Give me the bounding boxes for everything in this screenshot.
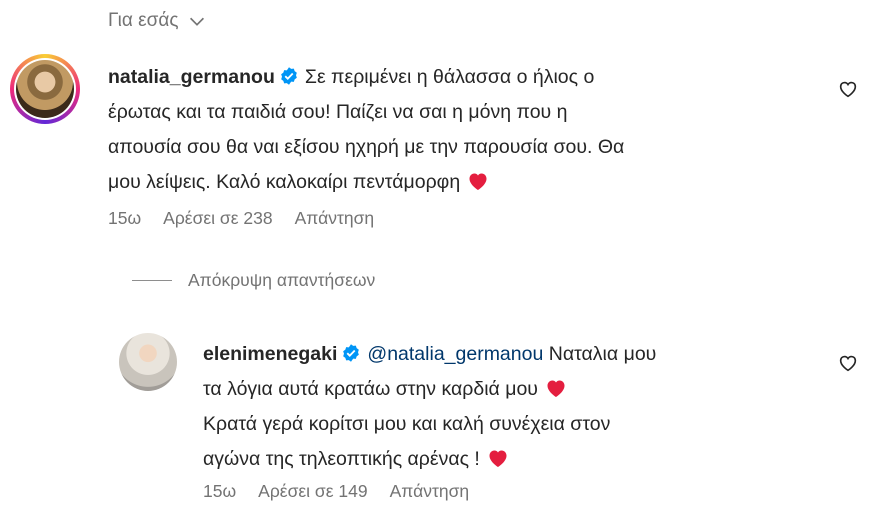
chevron-down-icon xyxy=(190,17,205,26)
comment-line: μου λείψεις. Καλό καλοκαίρι πεντάμορφη xyxy=(108,171,461,193)
reply-body: elenimenegaki @natalia_germanou Ναταλια … xyxy=(203,337,823,477)
comment-body: natalia_germanou Σε περιμένει η θάλασσα … xyxy=(108,60,808,200)
comment-line: Σε περιμένει η θάλασσα ο ήλιος ο xyxy=(304,66,595,88)
like-heart-icon[interactable] xyxy=(837,352,859,374)
comment-line: απουσία σου θα ναι εξίσου ηχηρή με την π… xyxy=(108,136,625,158)
hide-replies-button[interactable]: Απόκρυψη απαντήσεων xyxy=(132,270,375,291)
likes-count-button[interactable]: Αρέσει σε 238 xyxy=(163,208,272,229)
reply-button[interactable]: Απάντηση xyxy=(295,208,375,229)
reply-meta: 15ω Αρέσει σε 149 Απάντηση xyxy=(203,481,469,502)
reply-line: αγώνα της τηλεοπτικής αρένας ! xyxy=(203,448,480,470)
reply-line: Κρατά γερά κορίτσι μου και καλή συνέχεια… xyxy=(203,413,611,435)
divider-line xyxy=(132,280,172,281)
red-heart-emoji-icon xyxy=(547,380,565,397)
avatar[interactable] xyxy=(16,60,74,118)
reply-time: 15ω xyxy=(203,481,237,501)
comment-time: 15ω xyxy=(108,208,142,228)
likes-count-button[interactable]: Αρέσει σε 149 xyxy=(258,481,367,502)
like-heart-icon[interactable] xyxy=(837,78,859,100)
comment-line: έρωτας και τα παιδιά σου! Παίζει να σαι … xyxy=(108,101,568,123)
verified-badge-icon xyxy=(343,344,360,362)
red-heart-emoji-icon xyxy=(469,173,487,190)
comment-username[interactable]: natalia_germanou xyxy=(108,66,275,88)
reply-line: Ναταλια μου xyxy=(548,343,657,365)
red-heart-emoji-icon xyxy=(489,450,507,467)
for-you-label: Για εσάς xyxy=(108,10,179,31)
reply-avatar[interactable] xyxy=(119,333,177,391)
for-you-dropdown[interactable]: Για εσάς xyxy=(108,10,208,32)
verified-badge-icon xyxy=(281,67,297,85)
mention-link[interactable]: @natalia_germanou xyxy=(367,343,543,365)
reply-button[interactable]: Απάντηση xyxy=(390,481,470,502)
hide-replies-label: Απόκρυψη απαντήσεων xyxy=(188,270,376,290)
comment-meta: 15ω Αρέσει σε 238 Απάντηση xyxy=(108,208,374,229)
reply-line: τα λόγια αυτά κρατάω στην καρδιά μου xyxy=(203,378,538,400)
reply-username[interactable]: elenimenegaki xyxy=(203,343,337,365)
